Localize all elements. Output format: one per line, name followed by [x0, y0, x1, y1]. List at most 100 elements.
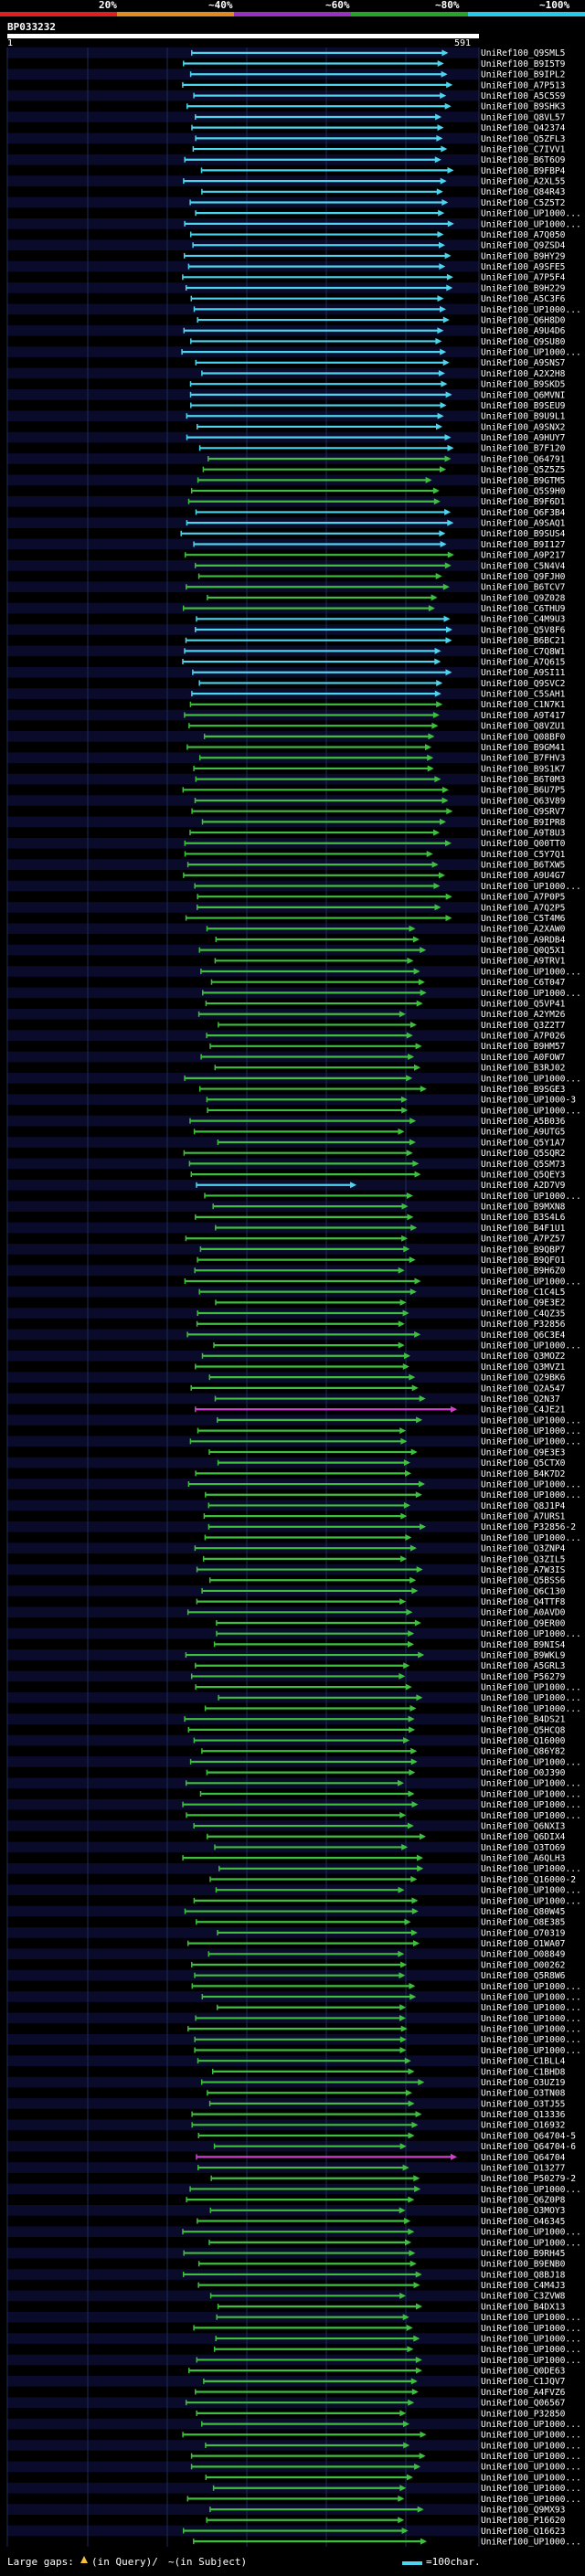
- hit-label[interactable]: UniRef100_B9I5T9: [481, 59, 566, 69]
- hit-label[interactable]: UniRef100_A7P5F4: [481, 273, 566, 283]
- hit-label[interactable]: UniRef100_UP1000...: [481, 2463, 581, 2473]
- hit-label[interactable]: UniRef100_Q5CTX0: [481, 1458, 566, 1468]
- hit-label[interactable]: UniRef100_Q6Z0P8: [481, 2196, 566, 2206]
- hit-label[interactable]: UniRef100_Q84R43: [481, 187, 566, 197]
- hit-label[interactable]: UniRef100_UP1000...: [481, 1800, 581, 1810]
- hit-label[interactable]: UniRef100_Q9SRV7: [481, 807, 566, 817]
- hit-label[interactable]: UniRef100_A7Q2P5: [481, 903, 565, 913]
- hit-label[interactable]: UniRef100_B7F120: [481, 444, 566, 454]
- hit-label[interactable]: UniRef100_Q9Z028: [481, 593, 566, 603]
- hit-label[interactable]: UniRef100_B6U7P5: [481, 786, 565, 796]
- hit-label[interactable]: UniRef100_A7P026: [481, 1032, 566, 1042]
- hit-label[interactable]: UniRef100_UP1000...: [481, 1106, 581, 1116]
- hit-label[interactable]: UniRef100_B6T0M3: [481, 775, 566, 785]
- hit-label[interactable]: UniRef100_Q5HCQ8: [481, 1725, 566, 1735]
- hit-label[interactable]: UniRef100_A0AVD0: [481, 1608, 566, 1618]
- hit-label[interactable]: UniRef100_B3S4L6: [481, 1213, 566, 1223]
- hit-label[interactable]: UniRef100_UP1000...: [481, 1896, 581, 1906]
- hit-label[interactable]: UniRef100_Q4TTF8: [481, 1597, 566, 1607]
- hit-label[interactable]: UniRef100_O3UZ19: [481, 2078, 566, 2088]
- hit-label[interactable]: UniRef100_Q6NXI3: [481, 1821, 566, 1831]
- hit-label[interactable]: UniRef100_Q9SML5: [481, 48, 565, 58]
- hit-label[interactable]: UniRef100_B9QFO1: [481, 1256, 566, 1266]
- hit-label[interactable]: UniRef100_UP1000...: [481, 2334, 581, 2344]
- hit-label[interactable]: UniRef100_Q16000-2: [481, 1875, 576, 1885]
- hit-label[interactable]: UniRef100_Q5R8W6: [481, 1971, 566, 1981]
- hit-label[interactable]: UniRef100_C6T047: [481, 978, 566, 988]
- hit-label[interactable]: UniRef100_UP1000...: [481, 1864, 581, 1874]
- hit-label[interactable]: UniRef100_Q5S9H0: [481, 486, 566, 496]
- hit-label[interactable]: UniRef100_B7FHV3: [481, 754, 566, 764]
- hit-label[interactable]: UniRef100_UP1000...: [481, 2356, 581, 2366]
- hit-label[interactable]: UniRef100_A4FVZ6: [481, 2388, 566, 2398]
- hit-label[interactable]: UniRef100_Q6C3E4: [481, 1330, 566, 1341]
- hit-label[interactable]: UniRef100_UP1000...: [481, 1426, 581, 1436]
- hit-label[interactable]: UniRef100_Q6DIX4: [481, 1832, 566, 1842]
- hit-label[interactable]: UniRef100_UP1000...: [481, 1479, 581, 1489]
- hit-label[interactable]: UniRef100_Q5Z5Z5: [481, 465, 565, 475]
- hit-label[interactable]: UniRef100_P32850: [481, 2409, 566, 2419]
- hit-label[interactable]: UniRef100_B9SHK3: [481, 102, 566, 112]
- hit-label[interactable]: UniRef100_B9IPL2: [481, 70, 565, 80]
- hit-label[interactable]: UniRef100_Q86Y82: [481, 1747, 565, 1757]
- hit-label[interactable]: UniRef100_UP1000...: [481, 1341, 581, 1352]
- hit-label[interactable]: UniRef100_Q3MOZ2: [481, 1352, 565, 1362]
- hit-label[interactable]: UniRef100_A2XL55: [481, 177, 565, 187]
- hit-label[interactable]: UniRef100_A9U4G7: [481, 871, 566, 881]
- hit-label[interactable]: UniRef100_A7P513: [481, 80, 566, 90]
- hit-label[interactable]: UniRef100_A9HUY7: [481, 433, 566, 443]
- hit-label[interactable]: UniRef100_Q00TT0: [481, 839, 566, 849]
- hit-label[interactable]: UniRef100_B9FBP4: [481, 166, 566, 176]
- hit-label[interactable]: UniRef100_Q64704: [481, 2153, 566, 2163]
- hit-label[interactable]: UniRef100_UP1000...: [481, 2538, 581, 2547]
- hit-label[interactable]: UniRef100_UP1000...: [481, 305, 581, 315]
- hit-label[interactable]: UniRef100_B6TXW5: [481, 861, 565, 871]
- hit-label[interactable]: UniRef100_B9NIS4: [481, 1640, 566, 1650]
- hit-label[interactable]: UniRef100_UP1000...: [481, 1277, 581, 1287]
- hit-label[interactable]: UniRef100_C5N4V4: [481, 561, 566, 571]
- hit-label[interactable]: UniRef100_B9ENB0: [481, 2260, 566, 2270]
- hit-label[interactable]: UniRef100_UP1000...: [481, 2452, 581, 2462]
- hit-label[interactable]: UniRef100_Q5BSS6: [481, 1576, 566, 1586]
- hit-label[interactable]: UniRef100_Q6MVNI: [481, 390, 565, 400]
- hit-label[interactable]: UniRef100_A7Q615: [481, 657, 565, 667]
- hit-label[interactable]: UniRef100_Q3ZIL5: [481, 1554, 565, 1564]
- hit-label[interactable]: UniRef100_UP1000...: [481, 2003, 581, 2013]
- hit-label[interactable]: UniRef100_A0FOW7: [481, 1053, 566, 1063]
- hit-label[interactable]: UniRef100_A9P217: [481, 551, 566, 561]
- hit-label[interactable]: UniRef100_Q5VP41: [481, 999, 566, 1009]
- hit-label[interactable]: UniRef100_C1BLL4: [481, 2057, 566, 2067]
- hit-label[interactable]: UniRef100_UP1000...: [481, 2345, 581, 2355]
- hit-label[interactable]: UniRef100_UP1000-3: [481, 1096, 576, 1106]
- hit-label[interactable]: UniRef100_O3MOY3: [481, 2206, 566, 2216]
- hit-label[interactable]: UniRef100_UP1000...: [481, 2431, 581, 2441]
- hit-label[interactable]: UniRef100_O16932: [481, 2121, 565, 2131]
- hit-label[interactable]: UniRef100_UP1000...: [481, 2035, 581, 2045]
- hit-label[interactable]: UniRef100_O13277: [481, 2163, 566, 2173]
- hit-label[interactable]: UniRef100_B9H6Z0: [481, 1267, 566, 1277]
- hit-label[interactable]: UniRef100_UP1000...: [481, 1693, 581, 1703]
- hit-label[interactable]: UniRef100_P56279: [481, 1672, 566, 1682]
- hit-label[interactable]: UniRef100_A9T8U3: [481, 828, 566, 838]
- hit-label[interactable]: UniRef100_Q3Z2T7: [481, 1021, 566, 1031]
- hit-label[interactable]: UniRef100_A7URS1: [481, 1512, 566, 1522]
- hit-label[interactable]: UniRef100_O3TO69: [481, 1843, 566, 1853]
- hit-label[interactable]: UniRef100_O70319: [481, 1928, 566, 1938]
- hit-label[interactable]: UniRef100_Q5Y1A7: [481, 1138, 566, 1148]
- hit-label[interactable]: UniRef100_A9SFE5: [481, 262, 565, 272]
- hit-label[interactable]: UniRef100_UP1000...: [481, 1779, 581, 1789]
- hit-label[interactable]: UniRef100_O3TJ55: [481, 2099, 565, 2109]
- hit-label[interactable]: UniRef100_UP1000...: [481, 1757, 581, 1767]
- hit-label[interactable]: UniRef100_B9S1K7: [481, 764, 566, 774]
- hit-label[interactable]: UniRef100_C4M4J3: [481, 2281, 566, 2291]
- hit-label[interactable]: UniRef100_A6QLH3: [481, 1854, 566, 1864]
- hit-label[interactable]: UniRef100_Q42374: [481, 123, 566, 133]
- hit-label[interactable]: UniRef100_A7W3IS: [481, 1565, 566, 1575]
- hit-label[interactable]: UniRef100_UP1000...: [481, 2473, 581, 2483]
- hit-label[interactable]: UniRef100_O46345: [481, 2217, 565, 2227]
- hit-label[interactable]: UniRef100_C4M9U3: [481, 615, 566, 625]
- hit-label[interactable]: UniRef100_C3ZVW8: [481, 2292, 566, 2302]
- hit-label[interactable]: UniRef100_B4DS21: [481, 1715, 566, 1725]
- hit-label[interactable]: UniRef100_B9GM41: [481, 743, 566, 753]
- hit-label[interactable]: UniRef100_B9GTM5: [481, 476, 565, 486]
